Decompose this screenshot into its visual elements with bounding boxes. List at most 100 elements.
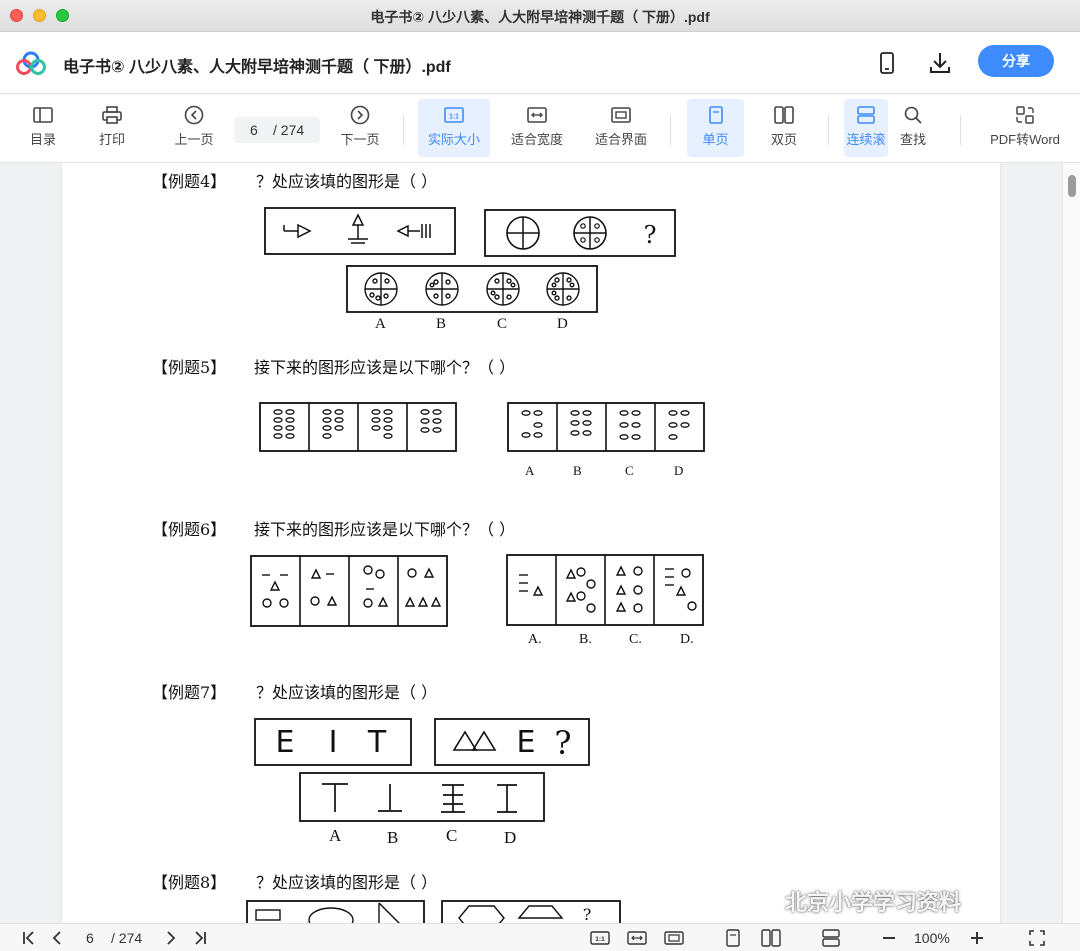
printer-icon [102,106,122,124]
mobile-icon[interactable] [874,50,900,76]
toolbar-divider [403,115,404,145]
prev-page-label: 上一页 [174,132,214,147]
continuous-scroll-button[interactable]: 连续滚 [844,99,888,157]
pdf-to-word-button[interactable]: PDF转Word [982,99,1068,157]
continuous-scroll-label: 连续滚 [846,132,886,147]
find-label: 查找 [899,132,926,147]
chevron-left-circle-icon [184,105,204,125]
option-label: C [497,316,508,332]
bottom-page-current[interactable]: 6 [86,930,94,946]
question-text: 接下来的图形应该是以下哪个？（ ） [254,520,516,539]
continuous-scroll-icon [857,106,875,124]
option-label: B [573,463,582,478]
continuous-scroll-icon[interactable] [820,927,842,949]
question-label: 【例题6】 [152,520,227,539]
single-page-label: 单页 [702,132,729,147]
fit-width-button[interactable]: 适合宽度 [503,99,571,157]
download-icon[interactable] [927,50,953,76]
actual-size-icon[interactable]: 1:1 [589,927,611,949]
actual-size-label: 实际大小 [427,132,480,147]
chevron-right-circle-icon [350,105,370,125]
prev-page-button[interactable]: 上一页 [166,99,222,157]
fit-page-label: 适合界面 [594,132,647,147]
q7-question-mark: ? [554,724,571,762]
toolbar: 目录 打印 上一页 6 / 274 下一页 1:1 实际大小 适合宽度 适合界面… [0,95,1080,163]
question-label: 【例题7】 [152,683,227,702]
option-label: B [436,316,447,332]
single-page-button[interactable]: 单页 [687,99,744,157]
fit-page-button[interactable]: 适合界面 [586,99,656,157]
vertical-scrollbar[interactable] [1062,163,1080,923]
double-page-label: 双页 [770,132,797,147]
double-page-icon[interactable] [760,927,782,949]
option-label: D [674,463,684,478]
document-viewer[interactable]: 【例题4】 ？处应该填的图形是（ ） ? A B C D 【例题5】 接下来的图… [0,163,1080,923]
q5-sequence-figure [259,402,705,452]
option-label: A [375,316,386,332]
zoom-out-icon[interactable] [880,927,898,949]
fit-width-icon[interactable] [626,927,648,949]
window-title: 电子书② 八少八素、人大附早培神测千题（ 下册）.pdf [370,9,710,25]
actual-size-icon: 1:1 [444,107,464,123]
pdf-to-word-label: PDF转Word [990,132,1060,147]
q7-symbol: I [329,725,338,760]
double-page-button[interactable]: 双页 [758,99,810,157]
app-logo-icon [16,51,46,75]
single-page-icon [708,106,723,124]
pdf-page: 【例题4】 ？处应该填的图形是（ ） ? A B C D 【例题5】 接下来的图… [62,163,1000,923]
option-label: B [387,828,399,847]
option-label: A [329,826,342,845]
print-button[interactable]: 打印 [87,99,137,157]
svg-text:1:1: 1:1 [449,114,459,121]
search-icon [904,106,922,124]
question-text: 接下来的图形应该是以下哪个？（ ） [254,358,516,377]
zoom-in-icon[interactable] [968,927,986,949]
single-page-icon[interactable] [723,927,743,949]
q8-question-mark: ? [583,905,592,923]
option-label: D [504,828,517,847]
option-label: A [525,463,535,478]
question-text: ？处应该填的图形是（ ） [256,683,438,702]
scrollbar-thumb[interactable] [1068,175,1076,197]
fit-width-icon [527,107,547,123]
q7-figure: E I T E ? [254,718,590,822]
option-label: C [446,826,458,845]
question-text: ？处应该填的图形是（ ） [256,172,438,191]
convert-icon [1016,106,1034,124]
print-label: 打印 [98,132,125,147]
title-bar: 电子书② 八少八素、人大附早培神测千题（ 下册）.pdf [0,0,1080,32]
next-page-icon[interactable] [163,927,179,949]
q4-figure: ? [264,207,676,313]
option-label: D [557,316,568,332]
share-button[interactable]: 分享 [978,45,1054,77]
q6-sequence-figure [250,554,704,627]
option-label: C [625,463,634,478]
toolbar-divider [670,115,671,145]
page-number-input[interactable]: 6 / 274 [234,117,320,143]
svg-text:1:1: 1:1 [595,936,605,943]
prev-page-icon[interactable] [49,927,65,949]
first-page-icon[interactable] [20,927,38,949]
toc-button[interactable]: 目录 [18,99,68,157]
zoom-level[interactable]: 100% [914,930,950,946]
q7-symbol: T [367,725,387,760]
app-header: 电子书② 八少八素、人大附早培神测千题（ 下册）.pdf 分享 [0,32,1080,94]
next-page-button[interactable]: 下一页 [332,99,388,157]
last-page-icon[interactable] [191,927,209,949]
question-label: 【例题4】 [152,172,227,191]
toolbar-divider [828,115,829,145]
toolbar-divider [960,115,961,145]
option-label: B. [579,632,592,647]
q8-figure: ? [246,900,621,923]
option-label: A. [528,632,542,647]
q4-question-mark: ? [644,221,657,249]
fullscreen-icon[interactable] [1027,927,1047,949]
app-window: 电子书② 八少八素、人大附早培神测千题（ 下册）.pdf 电子书② 八少八素、人… [0,0,1080,951]
actual-size-button[interactable]: 1:1 实际大小 [418,99,490,157]
toc-label: 目录 [29,132,56,147]
bottom-bar: 6 / 274 1:1 100% [0,923,1080,951]
sidebar-icon [33,107,53,123]
bottom-page-total: / 274 [111,930,143,946]
find-button[interactable]: 查找 [890,99,936,157]
fit-page-icon[interactable] [663,927,685,949]
